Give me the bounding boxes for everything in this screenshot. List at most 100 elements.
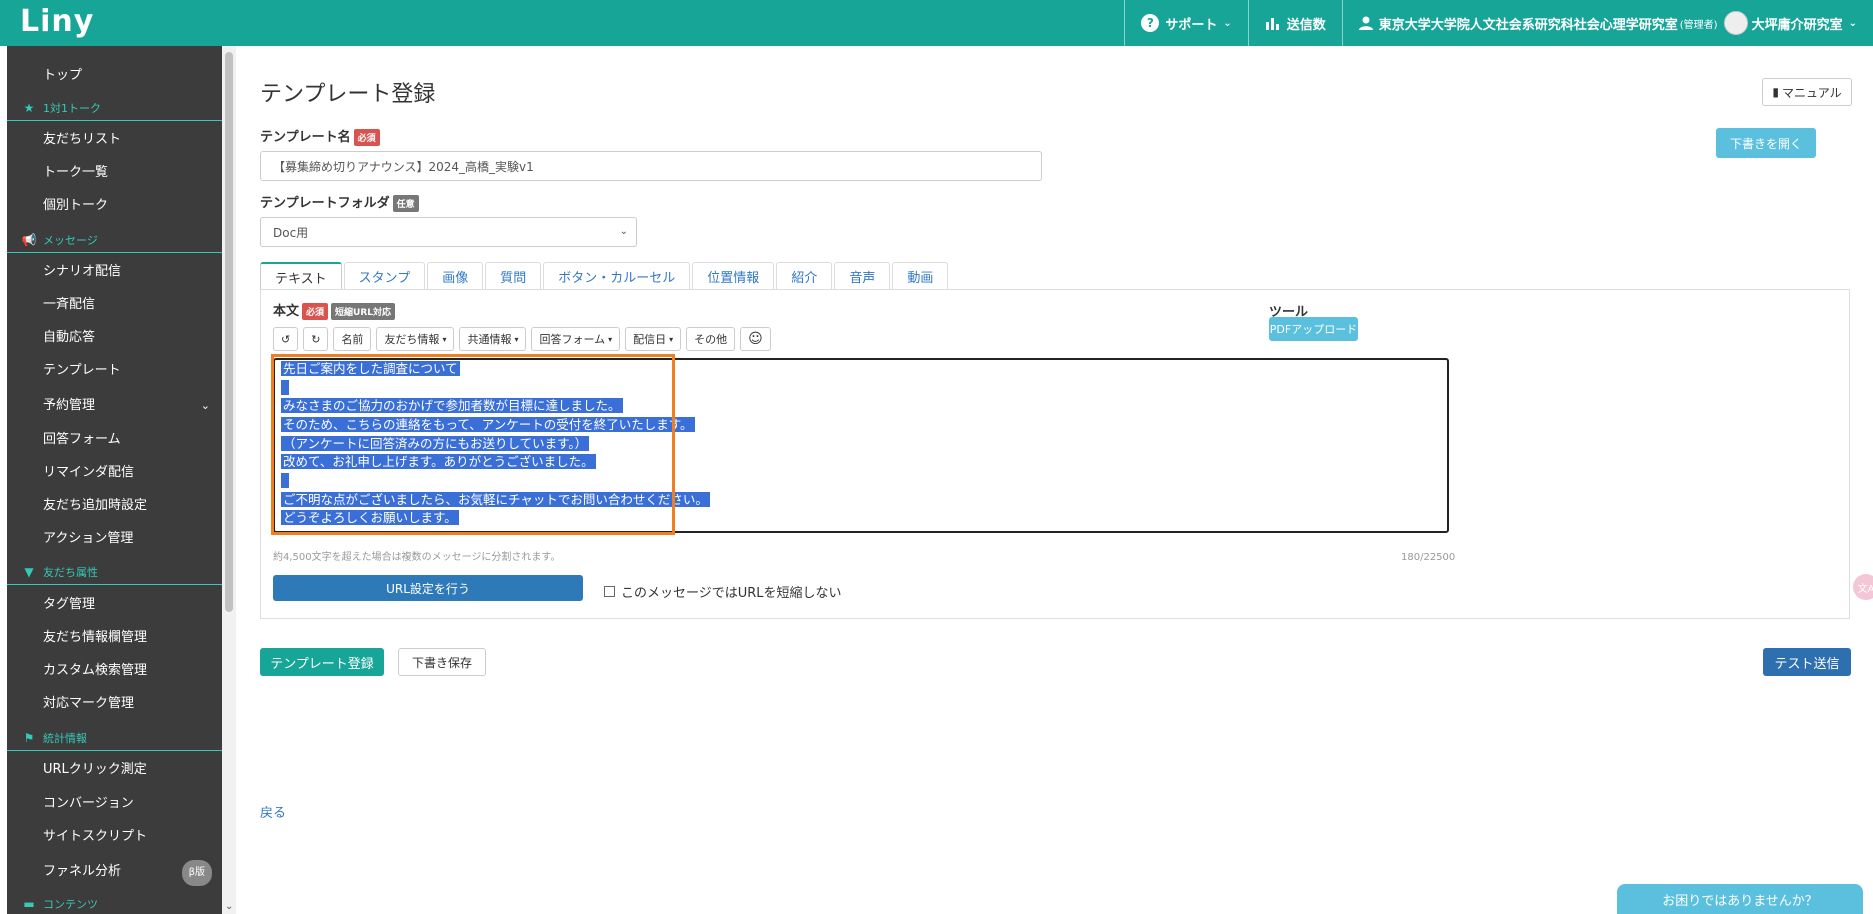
sidebar-item-mark[interactable]: 対応マーク管理	[7, 694, 222, 714]
register-template-button[interactable]: テンプレート登録	[260, 648, 384, 676]
filter-icon: ▼	[24, 565, 34, 579]
liny-logo[interactable]: Liny	[20, 4, 94, 39]
label-text: テンプレート名	[260, 130, 351, 145]
caret-down-icon: ▾	[442, 334, 447, 344]
sidebar-item-reminder[interactable]: リマインダ配信	[7, 463, 222, 483]
book-icon: ▮	[1772, 85, 1779, 99]
folder-selected-value: Doc用	[273, 225, 309, 240]
sidebar-item-top[interactable]: トップ	[7, 66, 222, 86]
sidebar-item-broadcast[interactable]: 一斉配信	[7, 295, 222, 315]
insert-name-button[interactable]: 名前	[333, 327, 372, 351]
send-count-link[interactable]: 送信数	[1247, 0, 1342, 46]
manual-label: マニュアル	[1781, 85, 1842, 100]
back-link[interactable]: 戻る	[260, 802, 286, 821]
sidebar-item-template[interactable]: テンプレート	[7, 361, 222, 381]
friend-info-dropdown[interactable]: 友だち情報 ▾	[376, 327, 455, 351]
test-send-button[interactable]: テスト送信	[1763, 648, 1851, 676]
sidebar-category-talk: ★ 1対1トーク	[7, 100, 222, 121]
scroll-down-arrow-icon[interactable]: ⌄	[225, 901, 233, 912]
tab-video[interactable]: 動画	[892, 262, 949, 290]
question-icon: ?	[1141, 14, 1160, 32]
required-badge: 必須	[353, 129, 380, 146]
redo-icon[interactable]: ↻	[303, 327, 329, 351]
dropdown-label: 配信日	[633, 333, 667, 346]
pdf-upload-button[interactable]: PDFアップロード	[1269, 317, 1358, 341]
other-button[interactable]: その他	[686, 327, 736, 351]
sidebar-item-url-click[interactable]: URLクリック測定	[7, 760, 222, 780]
required-badge: 必須	[302, 303, 329, 320]
url-setting-button[interactable]: URL設定を行う	[273, 575, 583, 601]
sidebar-item-friend-add-setting[interactable]: 友だち追加時設定	[7, 496, 222, 516]
tab-question[interactable]: 質問	[485, 262, 542, 290]
account-menu[interactable]: 東京大学大学院人文社会系研究科社会心理学研究室 (管理者) 大坪庸介研究室 ⌄	[1341, 0, 1873, 46]
page-title: テンプレート登録	[260, 82, 436, 107]
sidebar: トップ ★ 1対1トーク 友だちリスト トーク一覧 個別トーク 📢 メッセージ シナ…	[0, 46, 222, 914]
sidebar-item-answer-form[interactable]: 回答フォーム	[7, 430, 222, 450]
chevron-down-icon: ⌄	[1223, 17, 1232, 29]
scrollbar-thumb[interactable]	[225, 52, 233, 612]
template-name-label: テンプレート名 必須	[260, 126, 380, 146]
sidebar-scrollbar[interactable]: ⌄	[222, 46, 236, 914]
sidebar-item-conversion[interactable]: コンバージョン	[7, 794, 222, 814]
sidebar-item-tag[interactable]: タグ管理	[7, 595, 222, 615]
highlight-annotation-box	[271, 354, 675, 535]
sidebar-item-talk-list[interactable]: トーク一覧	[7, 163, 222, 183]
tab-button-carousel[interactable]: ボタン・カルーセル	[543, 262, 691, 290]
flag-icon: ⚑	[23, 731, 35, 745]
sidebar-item-auto-reply[interactable]: 自動応答	[7, 328, 222, 348]
send-date-dropdown[interactable]: 配信日 ▾	[625, 327, 682, 351]
caret-down-icon: ▾	[669, 334, 674, 344]
answer-form-dropdown[interactable]: 回答フォーム ▾	[531, 327, 621, 351]
sidebar-item-friends-list[interactable]: 友だちリスト	[7, 130, 222, 150]
sidebar-category-contents: ▬ コンテンツ	[7, 896, 222, 914]
sidebar-item-scenario[interactable]: シナリオ配信	[7, 262, 222, 282]
tab-text[interactable]: テキスト	[260, 262, 342, 290]
manual-button[interactable]: ▮ マニュアル	[1762, 78, 1852, 106]
help-chat-tab[interactable]: お困りではありませんか？	[1617, 884, 1863, 914]
top-header: Liny ? サポート ⌄ 送信数 東京大学大学院人文社会系研究科社会心理学研究…	[0, 0, 1873, 46]
message-type-tabs: テキスト スタンプ 画像 質問 ボタン・カルーセル 位置情報 紹介 音声 動画	[260, 262, 950, 290]
sidebar-item-site-script[interactable]: サイトスクリプト	[7, 827, 222, 847]
tab-audio[interactable]: 音声	[834, 262, 891, 290]
dropdown-label: 友だち情報	[384, 333, 440, 346]
editor-toolbar: ↺ ↻ 名前 友だち情報 ▾ 共通情報 ▾ 回答フォーム ▾ 配信日 ▾ その他 ☺	[273, 327, 776, 351]
category-label: メッセージ	[43, 234, 98, 247]
translate-icon[interactable]: 文A	[1853, 574, 1873, 600]
sidebar-item-reservation[interactable]: 予約管理 ⌄	[7, 396, 222, 416]
open-draft-button[interactable]: 下書きを開く	[1716, 128, 1816, 158]
support-menu[interactable]: ? サポート ⌄	[1124, 0, 1247, 46]
sidebar-item-friend-info[interactable]: 友だち情報欄管理	[7, 628, 222, 648]
sidebar-item-funnel[interactable]: ファネル分析 β版	[7, 860, 222, 886]
tab-introduction[interactable]: 紹介	[776, 262, 833, 290]
sidebar-category-stats: ⚑ 統計情報	[7, 730, 222, 751]
emoji-icon[interactable]: ☺	[740, 327, 771, 351]
sidebar-category-attr: ▼ 友だち属性	[7, 564, 222, 585]
category-label: 統計情報	[43, 732, 87, 745]
sidebar-item-action[interactable]: アクション管理	[7, 529, 222, 549]
label-text: テンプレートフォルダ	[260, 196, 390, 211]
common-info-dropdown[interactable]: 共通情報 ▾	[459, 327, 527, 351]
split-hint-text: 約4,500文字を超えた場合は複数のメッセージに分割されます。	[273, 552, 561, 563]
template-name-input[interactable]: 【募集締め切りアナウンス】2024_高橋_実験v1	[260, 151, 1042, 181]
category-label: コンテンツ	[43, 898, 98, 911]
template-folder-select[interactable]: Doc用 ⌄	[260, 217, 637, 247]
checkbox-label: このメッセージではURLを短縮しない	[621, 586, 842, 601]
sidebar-menu: トップ ★ 1対1トーク 友だちリスト トーク一覧 個別トーク 📢 メッセージ シナ…	[7, 46, 222, 914]
avatar	[1723, 11, 1748, 35]
sidebar-item-label: 予約管理	[43, 398, 96, 413]
save-draft-button[interactable]: 下書き保存	[398, 648, 486, 676]
caret-down-icon: ▾	[514, 334, 519, 344]
undo-icon[interactable]: ↺	[273, 327, 299, 351]
tab-stamp[interactable]: スタンプ	[343, 262, 426, 290]
chevron-down-icon: ⌄	[619, 226, 628, 237]
dropdown-label: 回答フォーム	[539, 333, 606, 346]
sidebar-item-custom-search[interactable]: カスタム検索管理	[7, 661, 222, 681]
tab-image[interactable]: 画像	[427, 262, 484, 290]
no-shorten-url-option[interactable]: このメッセージではURLを短縮しない	[604, 582, 842, 601]
no-shorten-checkbox[interactable]	[604, 586, 615, 597]
tab-location[interactable]: 位置情報	[692, 262, 775, 290]
beta-badge: β版	[181, 860, 212, 886]
sidebar-item-individual-talk[interactable]: 個別トーク	[7, 196, 222, 216]
header-nav: ? サポート ⌄ 送信数 東京大学大学院人文社会系研究科社会心理学研究室 (管理…	[1124, 0, 1873, 46]
main-content: テンプレート登録 ▮ マニュアル 下書きを開く テンプレート名 必須 【募集締め切…	[236, 46, 1873, 914]
